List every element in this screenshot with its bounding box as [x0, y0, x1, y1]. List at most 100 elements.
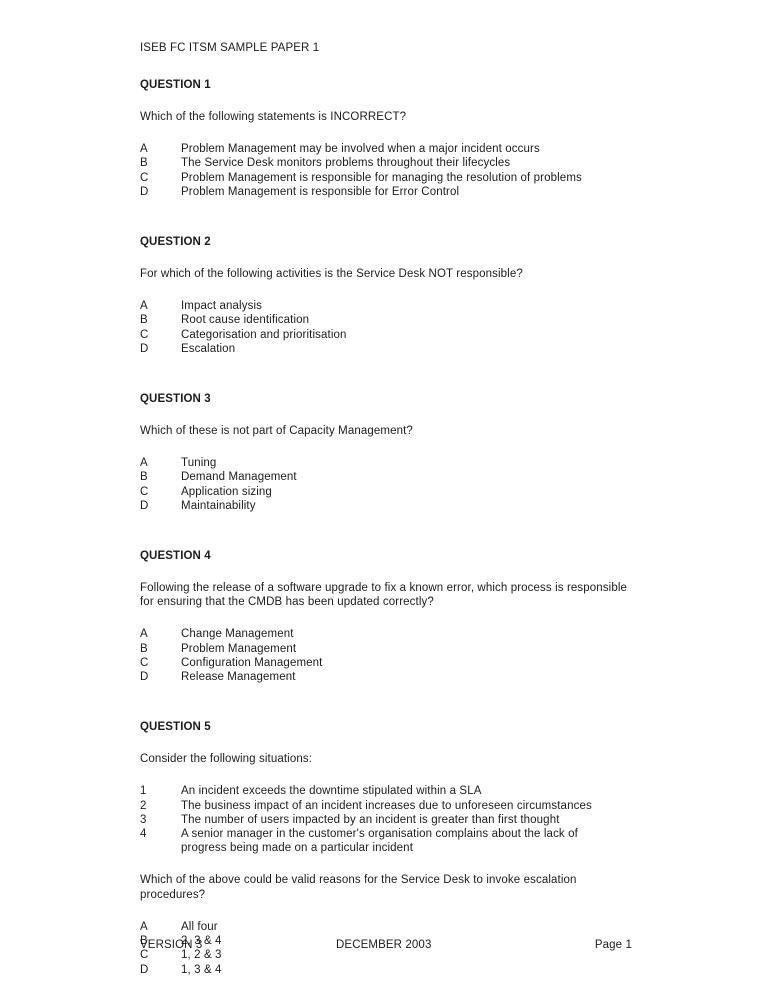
footer-version: VERSION 3 [140, 939, 203, 951]
answer-option[interactable]: A Change Management [140, 627, 632, 641]
answer-option-key: D [140, 671, 149, 684]
answer-option-text: 1, 3 & 4 [181, 963, 222, 976]
answer-option[interactable]: A All four [140, 920, 632, 934]
answer-option-key: B [140, 157, 148, 170]
question-heading: QUESTION 1 [140, 79, 211, 91]
document-title: ISEB FC ITSM SAMPLE PAPER 1 [140, 42, 320, 54]
situation-item: 1 An incident exceeds the downtime stipu… [140, 784, 632, 798]
answer-option-text: Categorisation and prioritisation [181, 328, 347, 341]
answer-option-text: Configuration Management [181, 656, 323, 669]
answer-option-key: D [140, 963, 149, 976]
question-stem-secondary: Which of the above could be valid reason… [140, 874, 577, 901]
answer-option-key: D [140, 185, 149, 198]
answer-options-list: A Problem Management may be involved whe… [140, 142, 632, 199]
answer-option[interactable]: B Demand Management [140, 470, 632, 484]
situation-text-line2: progress being made on a particular inci… [181, 842, 413, 855]
question-block-1: QUESTION 1 Which of the following statem… [140, 78, 632, 199]
question-block-3: QUESTION 3 Which of these is not part of… [140, 392, 632, 513]
answer-option-text: Problem Management may be involved when … [181, 143, 540, 156]
situation-item: 2 The business impact of an incident inc… [140, 799, 632, 813]
answer-option-text: Application sizing [181, 485, 272, 498]
answer-option[interactable]: A Impact analysis [140, 299, 632, 313]
answer-option-text: Problem Management [181, 642, 297, 655]
answer-option[interactable]: D Escalation [140, 342, 632, 356]
answer-option-text: Change Management [181, 628, 294, 641]
answer-option-key: C [140, 171, 149, 184]
answer-option[interactable]: C Configuration Management [140, 656, 632, 670]
situation-key: 2 [140, 799, 147, 812]
answer-option-text: Problem Management is responsible for ma… [181, 171, 582, 184]
question-heading: QUESTION 3 [140, 393, 211, 406]
page-footer: VERSION 3 DECEMBER 2003 Page 1 [140, 938, 632, 952]
answer-option[interactable]: A Tuning [140, 456, 632, 470]
answer-option-key: A [140, 920, 148, 933]
answer-option-key: B [140, 642, 148, 655]
answer-option-key: A [140, 300, 148, 313]
answer-option[interactable]: C Application sizing [140, 485, 632, 499]
situation-text: A senior manager in the customer's organ… [181, 827, 632, 855]
question-stem: For which of the following activities is… [140, 268, 523, 281]
answer-option-text: Impact analysis [181, 300, 262, 313]
answer-option-key: B [140, 314, 148, 327]
question-heading: QUESTION 5 [140, 721, 211, 734]
situation-key: 4 [140, 828, 147, 841]
question-stem: Which of these is not part of Capacity M… [140, 425, 413, 438]
situation-text: The number of users impacted by an incid… [181, 813, 560, 826]
answer-option-key: C [140, 328, 149, 341]
answer-option-text: Maintainability [181, 499, 256, 512]
question-block-4: QUESTION 4 Following the release of a so… [140, 549, 632, 684]
situation-text: The business impact of an incident incre… [181, 799, 592, 812]
answer-option[interactable]: D Maintainability [140, 499, 632, 513]
answer-option[interactable]: B Problem Management [140, 642, 632, 656]
question-block-2: QUESTION 2 For which of the following ac… [140, 235, 632, 356]
situation-text-line1: A senior manager in the customer's organ… [181, 828, 578, 841]
answer-option-key: D [140, 342, 149, 355]
question-stem: Which of the following statements is INC… [140, 111, 407, 123]
answer-option-text: All four [181, 920, 218, 933]
document-body: ISEB FC ITSM SAMPLE PAPER 1 QUESTION 1 W… [140, 41, 632, 977]
footer-page-number: Page 1 [594, 939, 632, 951]
situation-item: 4 A senior manager in the customer's org… [140, 827, 632, 855]
answer-option-key: A [140, 457, 148, 470]
answer-option-text: Root cause identification [181, 314, 310, 327]
answer-option[interactable]: A Problem Management may be involved whe… [140, 142, 632, 156]
answer-option-text: Problem Management is responsible for Er… [181, 185, 460, 198]
footer-date: DECEMBER 2003 [336, 939, 432, 951]
answer-option[interactable]: D Problem Management is responsible for … [140, 185, 632, 199]
answer-option[interactable]: D Release Management [140, 670, 632, 684]
answer-option-key: A [140, 628, 148, 641]
answer-options-list: A Impact analysis B Root cause identific… [140, 299, 632, 356]
answer-options-list: A Tuning B Demand Management C Applicati… [140, 456, 632, 513]
situations-list: 1 An incident exceeds the downtime stipu… [140, 784, 632, 855]
answer-option-text: Tuning [181, 457, 217, 470]
question-heading: QUESTION 2 [140, 236, 211, 249]
question-stem: Following the release of a software upgr… [140, 582, 628, 609]
answer-option[interactable]: D 1, 3 & 4 [140, 963, 632, 977]
document-page: ISEB FC ITSM SAMPLE PAPER 1 QUESTION 1 W… [0, 0, 768, 994]
answer-option-text: The Service Desk monitors problems throu… [181, 157, 511, 170]
answer-option-text: Release Management [181, 671, 296, 684]
answer-option[interactable]: B The Service Desk monitors problems thr… [140, 156, 632, 170]
answer-option-key: D [140, 499, 149, 512]
answer-option-text: Escalation [181, 342, 236, 355]
answer-option[interactable]: C Problem Management is responsible for … [140, 171, 632, 185]
answer-option[interactable]: C Categorisation and prioritisation [140, 328, 632, 342]
situation-text: An incident exceeds the downtime stipula… [181, 785, 482, 798]
answer-option-text: Demand Management [181, 471, 297, 484]
situation-key: 3 [140, 813, 147, 826]
answer-option-key: B [140, 471, 148, 484]
question-stem: Consider the following situations: [140, 753, 313, 766]
answer-option-key: A [140, 143, 148, 156]
answer-option-key: C [140, 656, 149, 669]
answer-option-key: C [140, 485, 149, 498]
answer-options-list: A Change Management B Problem Management… [140, 627, 632, 684]
answer-option[interactable]: B Root cause identification [140, 313, 632, 327]
question-heading: QUESTION 4 [140, 550, 211, 563]
situation-item: 3 The number of users impacted by an inc… [140, 813, 632, 827]
situation-key: 1 [140, 785, 147, 798]
